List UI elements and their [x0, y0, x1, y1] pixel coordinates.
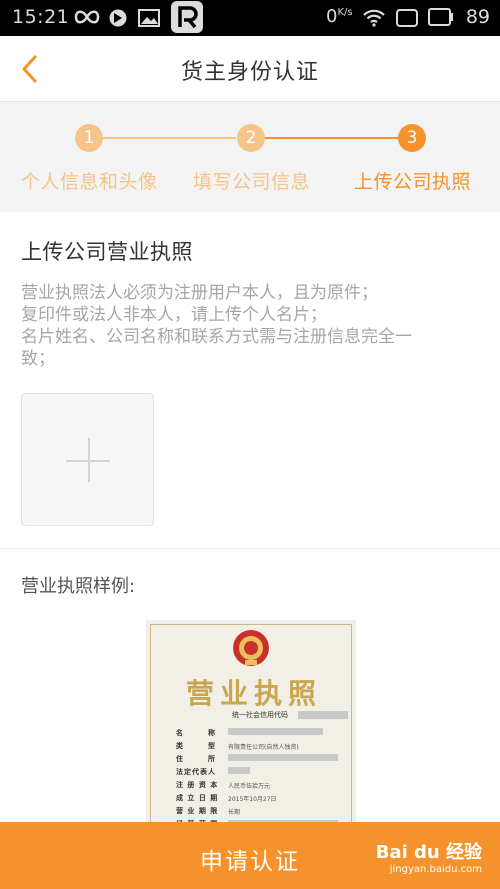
redacted-code: [298, 711, 348, 719]
license-field-label: 注 册 资 本: [176, 781, 219, 789]
upload-note: 营业执照法人必须为注册用户本人，且为原件；: [21, 283, 378, 303]
upload-section-title: 上传公司营业执照: [21, 240, 193, 264]
upload-image-button[interactable]: [21, 393, 154, 526]
app-header: 货主身份认证: [0, 36, 500, 102]
license-field-value: 长期: [228, 809, 241, 816]
redacted-value: [228, 767, 250, 774]
upload-note: 名片姓名、公司名称和联系方式需与注册信息完全一: [21, 327, 412, 347]
wifi-icon: [363, 9, 385, 27]
progress-steps: 1 2 3 个人信息和头像 填写公司信息 上传公司执照: [0, 102, 500, 212]
step-3-circle: 3: [398, 124, 426, 152]
step-1-circle: 1: [75, 124, 103, 152]
watermark-url: jingyan.baidu.com: [389, 864, 482, 875]
upload-note: 致；: [21, 349, 55, 369]
license-field-value: 有限责任公司(自然人独资): [228, 744, 299, 751]
license-field-label: 营 业 期 限: [176, 807, 219, 815]
license-field-label: 类 型: [176, 742, 216, 750]
redacted-value: [228, 754, 338, 761]
license-code-label: 统一社会信用代码: [232, 711, 288, 719]
submit-button[interactable]: 申请认证 Bai du 经验 jingyan.baidu.com: [0, 822, 500, 889]
step-connector-1: [102, 137, 236, 139]
watermark: Bai du 经验 jingyan.baidu.com: [376, 838, 482, 875]
license-sample-image: 营业执照 统一社会信用代码 名 称 类 型 有限责任公司(自然人独资) 住 所 …: [146, 620, 356, 830]
license-field-label: 住 所: [176, 755, 216, 763]
battery-icon: [428, 8, 453, 26]
watermark-brand: Bai du 经验: [375, 842, 482, 863]
battery-percent: 89: [465, 6, 490, 28]
step-2-circle: 2: [237, 124, 265, 152]
sample-title: 营业执照样例:: [21, 576, 136, 597]
national-emblem-icon: [233, 630, 269, 666]
step-3-label: 上传公司执照: [354, 171, 472, 193]
status-bar: 15:21 0K/s 89: [0, 0, 500, 36]
step-connector-2: [264, 137, 398, 139]
upload-notes: 营业执照法人必须为注册用户本人，且为原件； 复印件或法人非本人，请上传个人名片；…: [21, 282, 481, 370]
redacted-value: [228, 728, 323, 735]
browser-icon: [109, 9, 127, 27]
infinity-icon: [74, 10, 100, 24]
license-field-label: 成 立 日 期: [176, 794, 219, 802]
network-speed: 0K/s: [326, 6, 353, 27]
license-field-label: 名 称: [176, 729, 216, 737]
status-time: 15:21: [12, 6, 70, 28]
image-icon: [138, 9, 160, 27]
step-1-label: 个人信息和头像: [21, 171, 158, 193]
signal-icon: [396, 9, 418, 27]
app-r-icon: [171, 1, 203, 33]
step-2-label: 填写公司信息: [193, 171, 311, 193]
license-title: 营业执照: [186, 677, 323, 710]
license-field-label: 法定代表人: [176, 768, 216, 776]
page-title: 货主身份认证: [180, 60, 319, 85]
divider: [0, 548, 500, 549]
license-field-value: 人民币伍拾万元: [228, 783, 271, 790]
license-field-value: 2015年10月27日: [228, 796, 277, 803]
upload-note: 复印件或法人非本人，请上传个人名片；: [21, 305, 327, 325]
